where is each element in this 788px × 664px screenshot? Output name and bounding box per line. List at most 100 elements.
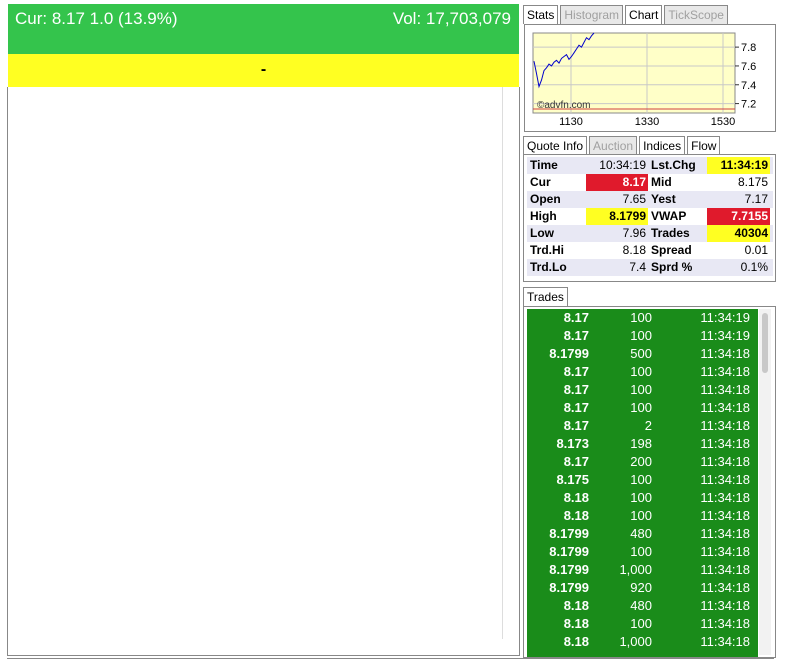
tab-indices[interactable]: Indices xyxy=(639,136,686,155)
tab-auction[interactable]: Auction xyxy=(589,136,638,155)
quote-label: Time xyxy=(530,158,558,172)
x-tick-label: 1130 xyxy=(559,116,583,128)
trade-quantity: 2 xyxy=(644,418,652,433)
trade-price: 8.17 xyxy=(563,418,589,433)
trades-scrollbar[interactable] xyxy=(759,309,771,655)
quote-label: High xyxy=(530,209,557,223)
quote-label: Lst.Chg xyxy=(651,158,696,172)
quote-value: 7.7155 xyxy=(707,208,770,225)
trade-quantity: 100 xyxy=(630,472,652,487)
trade-price: 8.18 xyxy=(563,616,589,631)
trade-quantity: 100 xyxy=(630,544,652,559)
quote-label: Open xyxy=(530,192,561,206)
y-tick-label: 7.2 xyxy=(741,99,756,111)
trade-quantity: 100 xyxy=(630,310,652,325)
trade-time: 11:34:19 xyxy=(700,310,750,325)
tab-stats[interactable]: Stats xyxy=(523,5,559,24)
trade-quantity: 100 xyxy=(630,364,652,379)
trades-scroll-thumb[interactable] xyxy=(762,313,768,373)
quote-row: Open 7.65 Yest 7.17 xyxy=(527,191,773,208)
quote-label: Yest xyxy=(651,192,676,206)
trade-price: 8.173 xyxy=(556,436,589,451)
trade-row: 8.1799 1,000 11:34:18 xyxy=(527,561,758,579)
quote-row: Cur 8.17 Mid 8.175 xyxy=(527,174,773,191)
tab-trades[interactable]: Trades xyxy=(523,287,568,306)
trade-row: 8.17 2 11:34:18 xyxy=(527,417,758,435)
trade-price: 8.17 xyxy=(563,310,589,325)
trade-row: 8.17 100 11:34:18 xyxy=(527,381,758,399)
trade-row: 8.1799 480 11:34:18 xyxy=(527,525,758,543)
price-banner: Cur: 8.17 1.0 (13.9%) Vol: 17,703,079 xyxy=(8,4,519,54)
trade-quantity: 100 xyxy=(630,490,652,505)
status-strip: - xyxy=(8,54,519,87)
chart-watermark: ©advfn.com xyxy=(537,100,591,111)
trade-time: 11:34:18 xyxy=(700,598,750,613)
x-tick-label: 1330 xyxy=(635,116,659,128)
trade-time: 11:34:18 xyxy=(700,346,750,361)
quote-row: Trd.Hi 8.18 Spread 0.01 xyxy=(527,242,773,259)
trade-price: 8.17 xyxy=(563,328,589,343)
trade-row: 8.173 198 11:34:18 xyxy=(527,435,758,453)
quote-label: Spread xyxy=(651,243,692,257)
quote-value: 40304 xyxy=(707,225,770,242)
quote-value: 8.1799 xyxy=(586,208,648,225)
trade-price: 8.17 xyxy=(563,454,589,469)
trade-quantity: 100 xyxy=(630,508,652,523)
quote-row: Low 7.96 Trades 40304 xyxy=(527,225,773,242)
trade-row: 8.17 100 11:34:18 xyxy=(527,363,758,381)
trade-quantity: 1,000 xyxy=(619,562,652,577)
trade-quantity: 500 xyxy=(630,346,652,361)
trade-price: 8.1799 xyxy=(549,580,589,595)
trades-panel: 8.17 100 11:34:19 8.17 100 11:34:19 8.1799 500 1… xyxy=(523,306,776,658)
quote-value: 7.65 xyxy=(622,192,646,206)
trade-row: 8.18 480 11:34:18 xyxy=(527,597,758,615)
tab-histogram[interactable]: Histogram xyxy=(560,5,624,24)
trade-row: 8.175 100 11:34:18 xyxy=(527,471,758,489)
trade-price: 8.175 xyxy=(556,472,589,487)
quote-row: Trd.Lo 7.4 Sprd % 0.1% xyxy=(527,259,773,276)
trade-price: 8.1799 xyxy=(549,562,589,577)
tab-flow[interactable]: Flow xyxy=(687,136,721,155)
trade-time: 11:34:18 xyxy=(700,364,750,379)
x-axis-ticks: 1130 1330 1530 xyxy=(559,116,735,128)
trade-time: 11:34:18 xyxy=(700,508,750,523)
y-axis-ticks: 7.8 7.6 7.4 7.2 xyxy=(735,42,756,111)
trades-list: 8.17 100 11:34:19 8.17 100 11:34:19 8.1799 500 1… xyxy=(527,309,758,657)
quote-row: High 8.1799 VWAP 7.7155 xyxy=(527,208,773,225)
trade-row: 8.17 200 11:34:18 xyxy=(527,453,758,471)
quote-label: Trades xyxy=(651,226,690,240)
main-panel xyxy=(7,87,520,656)
tab-tickscope[interactable]: TickScope xyxy=(664,5,728,24)
trade-time: 11:34:18 xyxy=(700,616,750,631)
main-scrollbar[interactable] xyxy=(502,87,507,639)
trade-row: 8.1799 100 11:34:18 xyxy=(527,543,758,561)
quote-label: Trd.Hi xyxy=(530,243,565,257)
trade-quantity: 1,000 xyxy=(619,634,652,649)
y-tick-label: 7.4 xyxy=(741,80,756,92)
trade-price: 8.18 xyxy=(563,598,589,613)
x-tick-label: 1530 xyxy=(711,116,735,128)
quote-label: Trd.Lo xyxy=(530,260,567,274)
trade-price: 8.17 xyxy=(563,400,589,415)
trade-quantity: 198 xyxy=(630,436,652,451)
trade-row: 8.18 100 11:34:18 xyxy=(527,507,758,525)
trade-time: 11:34:19 xyxy=(700,328,750,343)
trade-time: 11:34:18 xyxy=(700,526,750,541)
y-tick-label: 7.6 xyxy=(741,61,756,73)
trade-quantity: 920 xyxy=(630,580,652,595)
tab-quote-info[interactable]: Quote Info xyxy=(523,136,588,155)
trade-time: 11:34:18 xyxy=(700,418,750,433)
y-tick-label: 7.8 xyxy=(741,42,756,54)
trade-quantity: 100 xyxy=(630,382,652,397)
quote-tabs: Quote Info Auction Indices Flow xyxy=(523,136,721,155)
trade-time: 11:34:18 xyxy=(700,382,750,397)
trade-price: 8.17 xyxy=(563,364,589,379)
trade-quantity: 200 xyxy=(630,454,652,469)
quote-label: Sprd % xyxy=(651,260,693,274)
trade-time: 11:34:18 xyxy=(700,580,750,595)
tab-chart[interactable]: Chart xyxy=(625,5,663,24)
quote-value: 7.96 xyxy=(622,226,646,240)
trade-row: 8.17 100 11:34:19 xyxy=(527,309,758,327)
quote-value: 10:34:19 xyxy=(599,158,646,172)
trade-quantity: 100 xyxy=(630,616,652,631)
